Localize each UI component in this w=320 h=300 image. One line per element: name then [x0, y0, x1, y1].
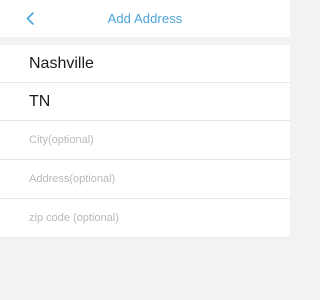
address-optional-field	[0, 160, 290, 199]
city-name-value: Nashville	[29, 54, 94, 72]
address-form: Nashville TN	[0, 45, 290, 238]
city-name-field[interactable]: Nashville	[0, 45, 290, 83]
zip-code-input[interactable]	[29, 212, 269, 224]
zip-code-field	[0, 199, 290, 238]
back-button[interactable]	[0, 0, 40, 37]
city-optional-input[interactable]	[29, 134, 269, 146]
chevron-left-icon	[26, 12, 34, 25]
section-divider	[0, 37, 290, 45]
address-optional-input[interactable]	[29, 173, 269, 185]
state-value: TN	[29, 92, 51, 110]
page-title: Add Address	[107, 11, 183, 26]
city-optional-field	[0, 121, 290, 160]
navigation-bar: Add Address	[0, 0, 290, 37]
state-field[interactable]: TN	[0, 83, 290, 121]
add-address-screen: Add Address Nashville TN	[0, 0, 290, 300]
